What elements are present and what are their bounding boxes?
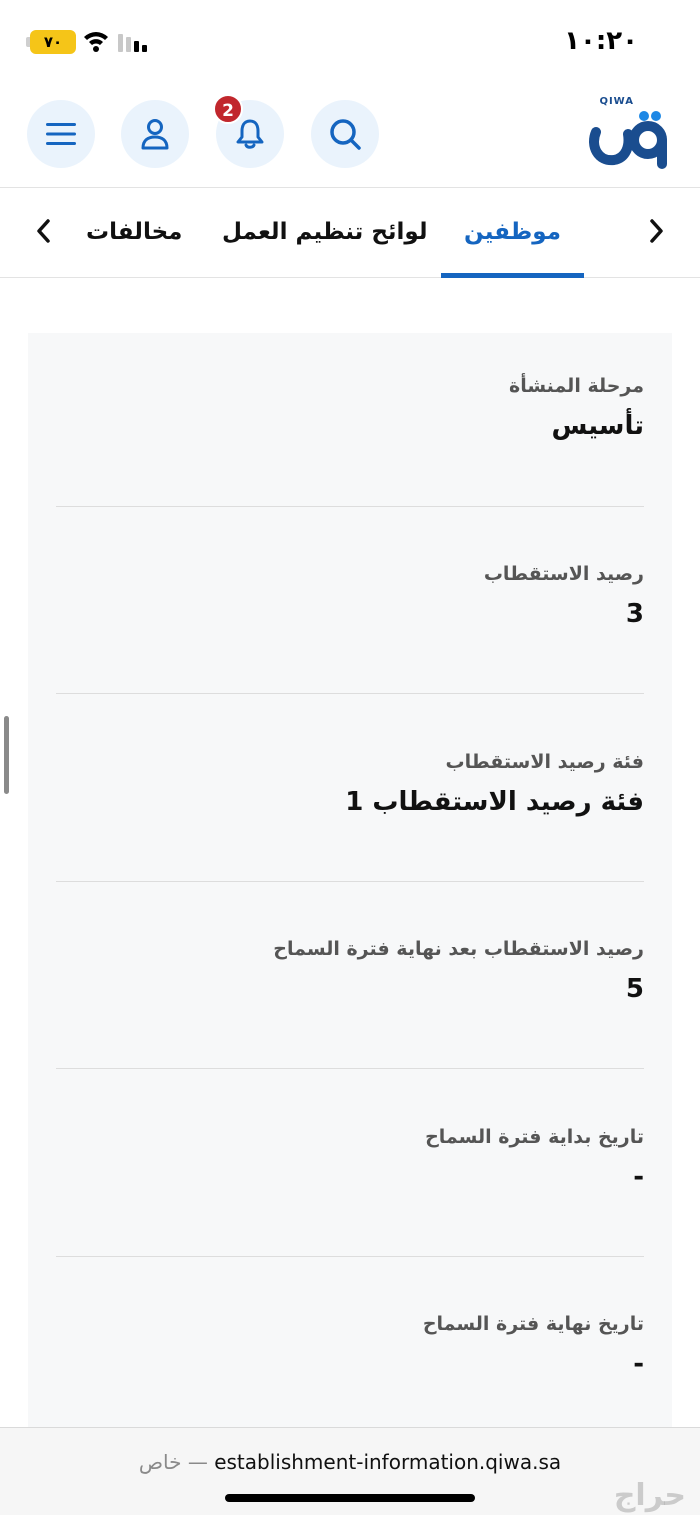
field-label: رصيد الاستقطاب بعد نهاية فترة السماح (273, 938, 644, 960)
chevron-left-icon (37, 219, 50, 243)
field-establishment-stage: مرحلة المنشأة تأسيس (56, 375, 644, 441)
field-grace-period-start-date: تاريخ بداية فترة السماح - (56, 1126, 644, 1192)
active-tab-indicator (441, 273, 584, 278)
tab-employees[interactable]: موظفين (464, 219, 561, 245)
field-value: 5 (625, 974, 644, 1004)
battery-indicator: ٧٠ (30, 30, 76, 54)
field-value: - (633, 1162, 644, 1192)
profile-button[interactable] (121, 100, 189, 168)
bell-icon (236, 119, 264, 149)
tab-bar: مخالفات لوائح تنظيم العمل موظفين (0, 189, 700, 278)
field-label: مرحلة المنشأة (509, 375, 644, 397)
notification-count-badge: 2 (213, 94, 243, 124)
hamburger-menu-icon (46, 123, 76, 145)
field-recruitment-balance-category: فئة رصيد الاستقطاب فئة رصيد الاستقطاب 1 (56, 751, 644, 817)
private-browsing-label: خاص — (138, 1450, 208, 1474)
field-label: فئة رصيد الاستقطاب (445, 751, 645, 773)
wifi-icon (84, 32, 108, 52)
browser-address-bar[interactable]: خاص — establishment-information.qiwa.sa … (0, 1427, 700, 1515)
app-header: 2 QIWA (0, 80, 700, 188)
search-button[interactable] (311, 100, 379, 168)
tab-work-regulations[interactable]: لوائح تنظيم العمل (222, 219, 427, 245)
divider (56, 1068, 644, 1069)
search-icon (330, 119, 361, 150)
divider (56, 1256, 644, 1257)
menu-button[interactable] (27, 100, 95, 168)
divider (56, 881, 644, 882)
field-value: - (633, 1349, 644, 1379)
field-label: رصيد الاستقطاب (483, 563, 644, 585)
field-value: 3 (625, 599, 644, 629)
field-value: فئة رصيد الاستقطاب 1 (345, 787, 644, 817)
tabs-scroll-left-button[interactable] (24, 211, 64, 251)
cellular-signal-icon (118, 34, 147, 52)
url-display[interactable]: خاص — establishment-information.qiwa.sa (0, 1450, 700, 1474)
establishment-info-card: مرحلة المنشأة تأسيس رصيد الاستقطاب 3 فئة… (28, 333, 672, 1433)
status-time: ١٠:٢٠ (564, 26, 638, 56)
tabs-scroll-right-button[interactable] (636, 211, 676, 251)
field-recruitment-balance: رصيد الاستقطاب 3 (56, 563, 644, 629)
field-balance-after-grace-period: رصيد الاستقطاب بعد نهاية فترة السماح 5 (56, 938, 644, 1004)
logo-text: QIWA (599, 96, 634, 107)
divider (56, 506, 644, 507)
tab-violations[interactable]: مخالفات (86, 219, 182, 245)
scroll-indicator[interactable] (4, 716, 9, 794)
chevron-right-icon (650, 219, 663, 243)
field-label: تاريخ نهاية فترة السماح (422, 1313, 644, 1335)
user-icon (141, 119, 169, 150)
field-value: تأسيس (551, 411, 644, 441)
home-indicator[interactable] (225, 1494, 475, 1502)
watermark: حراج (613, 1478, 686, 1513)
status-bar: ٧٠ ١٠:٢٠ (0, 0, 700, 80)
field-grace-period-end-date: تاريخ نهاية فترة السماح - (56, 1313, 644, 1379)
url-text: establishment-information.qiwa.sa (214, 1450, 562, 1474)
divider (56, 693, 644, 694)
field-label: تاريخ بداية فترة السماح (425, 1126, 644, 1148)
